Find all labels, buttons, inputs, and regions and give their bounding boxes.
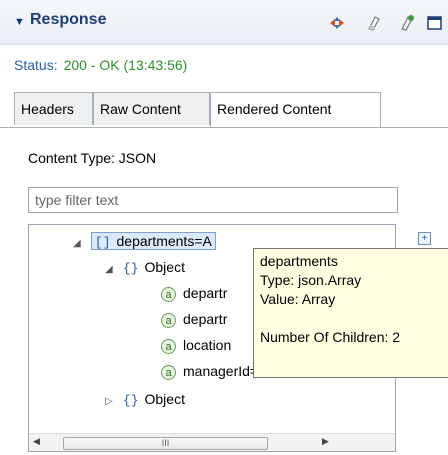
- node-tooltip: departments Type: json.Array Value: Arra…: [253, 248, 448, 378]
- node-label: Object: [144, 259, 185, 275]
- tab-raw-content[interactable]: Raw Content: [93, 92, 210, 125]
- tab-headers[interactable]: Headers: [14, 92, 93, 125]
- attribute-icon: a: [161, 312, 176, 328]
- tree-row-attribute[interactable]: a location: [161, 333, 231, 357]
- tooltip-type: Type: json.Array: [260, 272, 362, 288]
- node-label: departr: [183, 311, 228, 327]
- status-value: 200 - OK (13:43:56): [63, 57, 188, 73]
- object-brace-icon: {}: [122, 261, 139, 276]
- pin-icon[interactable]: [398, 14, 416, 32]
- horizontal-scroll-thumb[interactable]: III: [63, 437, 268, 450]
- expanded-triangle-icon[interactable]: ◢: [105, 258, 119, 282]
- collapsed-triangle-icon[interactable]: ▷: [105, 390, 119, 414]
- node-label: location: [183, 337, 232, 353]
- tree-row-object[interactable]: ◢ {} Object: [105, 255, 185, 279]
- section-title: Response: [30, 11, 107, 28]
- tree-row-attribute[interactable]: a departr: [161, 307, 227, 331]
- node-label: departments=A: [116, 233, 212, 249]
- tooltip-value: Value: Array: [260, 291, 336, 307]
- response-section-header[interactable]: ▼ Response: [0, 0, 448, 45]
- attribute-icon: a: [161, 338, 176, 354]
- content-type-label: Content Type: JSON: [28, 150, 157, 166]
- tabs-divider: [0, 127, 448, 128]
- attribute-icon: a: [161, 364, 176, 380]
- tree-row-departments[interactable]: ◢ [] departments=A: [73, 229, 216, 253]
- node-label: departr: [183, 285, 228, 301]
- expanded-triangle-icon[interactable]: ◢: [73, 232, 87, 256]
- tooltip-name: departments: [260, 253, 338, 269]
- attribute-icon: a: [161, 286, 176, 302]
- maximize-icon[interactable]: [426, 14, 444, 32]
- scroll-right-arrow-icon[interactable]: ▶: [322, 436, 329, 447]
- scroll-left-arrow-icon[interactable]: ◀: [33, 436, 40, 447]
- selected-node[interactable]: [] departments=A: [90, 232, 216, 250]
- tooltip-children: Number Of Children: 2: [260, 329, 401, 345]
- horizontal-scrollbar[interactable]: ◀ III ▶: [29, 433, 395, 451]
- expand-all-icon[interactable]: +: [418, 232, 431, 245]
- status-label: Status:: [14, 57, 58, 73]
- filter-input[interactable]: [28, 187, 398, 213]
- array-bracket-icon: []: [94, 235, 111, 250]
- tab-rendered-content[interactable]: Rendered Content: [210, 92, 381, 127]
- collapse-triangle-icon[interactable]: ▼: [14, 16, 25, 28]
- move-arrows-icon[interactable]: [328, 14, 346, 32]
- eraser-icon[interactable]: [365, 14, 383, 32]
- node-label: Object: [144, 391, 185, 407]
- tree-row-attribute[interactable]: a departr: [161, 281, 227, 305]
- status-line: Status: 200 - OK (13:43:56): [14, 57, 187, 73]
- tree-row-object-collapsed[interactable]: ▷ {} Object: [105, 387, 185, 411]
- object-brace-icon: {}: [122, 393, 139, 408]
- tooltip-spacer: [260, 309, 446, 328]
